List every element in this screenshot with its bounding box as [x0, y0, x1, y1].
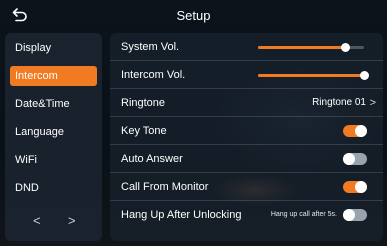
toggle-knob	[343, 153, 355, 165]
hang-up-hint: Hang up call after 5s.	[270, 211, 337, 218]
sidebar-item-intercom[interactable]: Intercom	[10, 66, 97, 86]
sidebar-item-label: WiFi	[15, 154, 37, 166]
sidebar-item-label: Language	[15, 126, 64, 138]
sidebar-item-label: DND	[15, 182, 39, 194]
sidebar-item-label: Intercom	[15, 70, 58, 82]
slider-knob[interactable]	[360, 71, 369, 80]
setting-row-auto-answer: Auto Answer	[110, 145, 383, 173]
setting-label: System Vol.	[121, 41, 180, 53]
setting-label: Hang Up After Unlocking	[121, 209, 242, 221]
system-volume-slider[interactable]	[258, 43, 364, 52]
sidebar-item-display[interactable]: Display	[10, 38, 97, 58]
chevron-right-icon: >	[369, 97, 376, 109]
settings-panel: System Vol. Intercom Vol. Ringtone Ringt…	[110, 33, 383, 241]
auto-answer-toggle[interactable]	[343, 153, 367, 165]
sidebar-item-label: Display	[15, 42, 52, 54]
setting-label: Ringtone	[121, 97, 166, 109]
setting-row-hang-up-after-unlocking: Hang Up After Unlocking Hang up call aft…	[110, 201, 383, 229]
setting-label: Call From Monitor	[121, 181, 209, 193]
setting-label: Intercom Vol.	[121, 69, 186, 81]
slider-knob[interactable]	[340, 43, 350, 52]
slider-fill	[258, 74, 364, 77]
sidebar: Display Intercom Date&Time Language WiFi…	[5, 33, 102, 241]
intercom-volume-slider[interactable]	[258, 71, 369, 80]
page-title: Setup	[176, 7, 211, 23]
toggle-knob	[355, 181, 367, 193]
call-from-monitor-toggle[interactable]	[343, 181, 367, 193]
next-page-button[interactable]: >	[68, 213, 76, 229]
key-tone-toggle[interactable]	[343, 125, 367, 137]
setting-row-key-tone: Key Tone	[110, 117, 383, 145]
prev-page-button[interactable]: <	[33, 213, 41, 229]
setting-label: Key Tone	[121, 125, 167, 137]
setting-row-call-from-monitor: Call From Monitor	[110, 173, 383, 201]
hang-up-after-unlocking-toggle[interactable]	[343, 209, 367, 221]
sidebar-item-language[interactable]: Language	[10, 122, 97, 142]
top-bar: Setup	[0, 0, 387, 30]
sidebar-pager: < >	[5, 213, 102, 229]
toggle-knob	[343, 209, 355, 221]
setting-label: Auto Answer	[121, 153, 183, 165]
setting-row-ringtone[interactable]: Ringtone Ringtone 01 >	[110, 89, 383, 117]
back-arrow-icon	[12, 8, 27, 22]
setting-row-system-vol: System Vol.	[110, 33, 383, 61]
sidebar-item-date-time[interactable]: Date&Time	[10, 94, 97, 114]
sidebar-item-dnd[interactable]: DND	[10, 178, 97, 198]
sidebar-item-label: Date&Time	[15, 98, 70, 110]
sidebar-item-wifi[interactable]: WiFi	[10, 150, 97, 170]
toggle-knob	[355, 125, 367, 137]
back-button[interactable]	[8, 4, 32, 26]
ringtone-value[interactable]: Ringtone 01	[312, 89, 366, 117]
setting-row-intercom-vol: Intercom Vol.	[110, 61, 383, 89]
slider-fill	[258, 46, 345, 49]
